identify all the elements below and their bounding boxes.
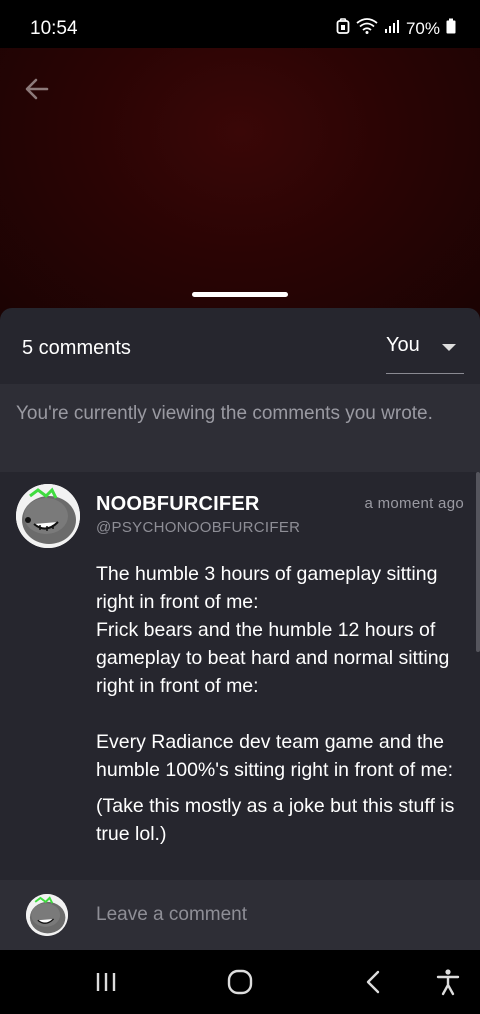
alarm-icon xyxy=(336,18,350,39)
battery-icon xyxy=(446,18,456,39)
comment-paragraph: (Take this mostly as a joke but this stu… xyxy=(96,795,455,845)
comment-filter-value: You xyxy=(386,334,420,356)
comment-input[interactable] xyxy=(96,900,456,930)
sheet-drag-handle[interactable] xyxy=(192,292,288,297)
accessibility-icon[interactable] xyxy=(432,966,464,998)
comment-text: The humble 3 hours of gameplay sitting r… xyxy=(96,560,468,848)
status-time: 10:54 xyxy=(30,18,78,39)
comment-timestamp: a moment ago xyxy=(364,495,464,512)
media-header xyxy=(0,48,480,328)
comment-paragraph: Frick bears and the humble 12 hours of g… xyxy=(96,619,450,697)
signal-icon xyxy=(384,18,400,39)
back-icon[interactable] xyxy=(358,966,390,998)
comment-paragraph: Every Radiance dev team game and the hum… xyxy=(96,731,454,781)
system-nav-bar xyxy=(0,950,480,1014)
avatar[interactable] xyxy=(16,484,80,548)
home-icon[interactable] xyxy=(224,966,256,998)
comments-header: 5 comments You xyxy=(0,308,480,384)
comment-filter-dropdown[interactable]: You xyxy=(386,330,464,374)
comment-username[interactable]: NOOBFURCIFER xyxy=(96,493,260,516)
avatar xyxy=(26,894,68,936)
comment-handle: @PSYCHONOOBFURCIFER xyxy=(96,519,301,536)
comments-scrollbar[interactable] xyxy=(476,472,480,652)
filter-notice: You're currently viewing the comments yo… xyxy=(0,384,480,472)
comment-paragraph: The humble 3 hours of gameplay sitting r… xyxy=(96,563,438,613)
comment-count: 5 comments xyxy=(22,337,131,359)
back-arrow-icon[interactable] xyxy=(22,74,52,104)
caret-down-icon xyxy=(442,344,456,351)
status-icons: 70% xyxy=(336,18,456,39)
comments-sheet: 5 comments You You're currently viewing … xyxy=(0,308,480,950)
battery-percent: 70% xyxy=(405,18,440,38)
recent-apps-icon[interactable] xyxy=(90,966,122,998)
comment-composer xyxy=(0,880,480,950)
status-bar: 10:54 70% xyxy=(0,0,480,48)
comment-paragraph xyxy=(96,700,468,728)
comment-item: NOOBFURCIFER @PSYCHONOOBFURCIFER a momen… xyxy=(0,472,480,880)
wifi-icon xyxy=(356,18,378,39)
